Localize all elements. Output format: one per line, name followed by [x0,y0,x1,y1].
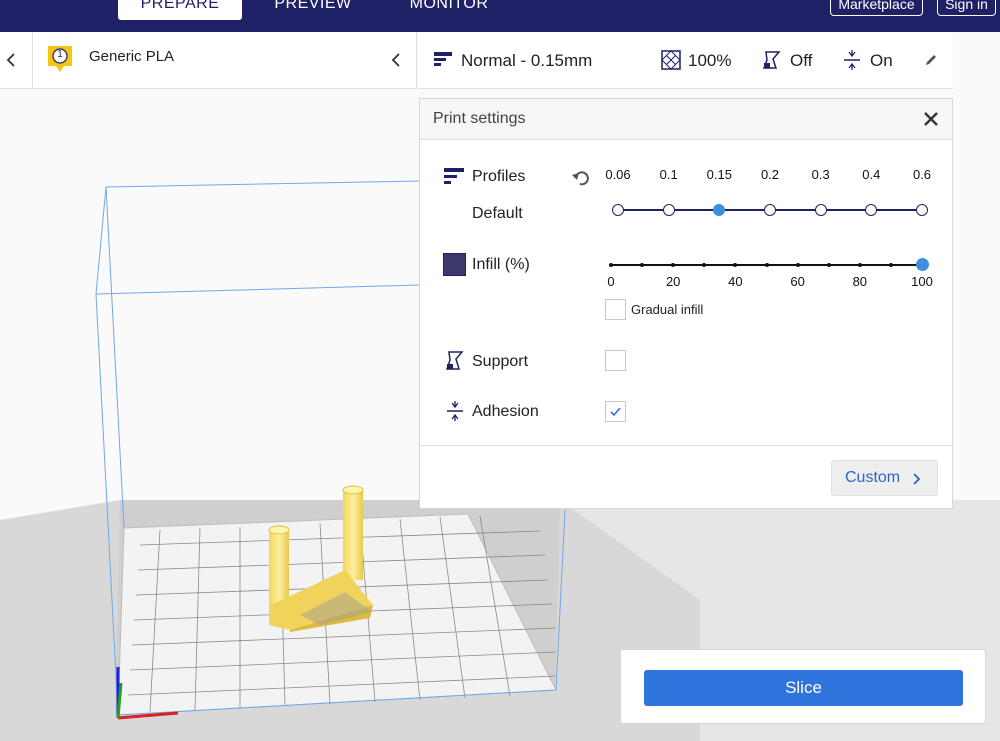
profiles-label: Profiles [472,168,526,185]
infill-step-dot [826,263,831,267]
custom-button-label: Custom [845,469,901,486]
tab-preview[interactable]: PREVIEW [270,0,356,20]
support-summary: Off [790,51,813,70]
infill-swatch-icon [443,253,466,276]
material-selector[interactable]: 1 Generic PLA [33,32,417,89]
profile-option-0.6[interactable] [916,204,928,216]
profile-summary: Normal - 0.15mm [461,51,593,70]
collapse-left-panel[interactable] [0,32,33,89]
profile-option-0.2[interactable] [764,204,776,216]
adhesion-checkbox[interactable] [605,401,626,422]
reset-icon[interactable] [571,168,591,188]
infill-step-dot [671,263,676,267]
top-bar: PREPARE PREVIEW MONITOR Marketplace Sign… [0,0,1000,32]
custom-settings-button[interactable]: Custom [831,460,938,496]
infill-tick-label: 40 [728,274,743,289]
pencil-icon[interactable] [924,53,938,67]
infill-tick-label: 100 [911,274,933,289]
marketplace-button[interactable]: Marketplace [830,0,923,16]
infill-step-dot [795,263,800,267]
adhesion-icon [447,401,463,421]
chevron-left-icon [6,53,15,67]
profile-option-0.06[interactable] [612,204,624,216]
profile-option-label: 0.1 [659,167,678,182]
sign-in-button[interactable]: Sign in [937,0,996,16]
profile-option-label: 0.2 [760,167,780,182]
extruder-badge: 1 [46,44,74,74]
infill-icon [661,50,681,70]
infill-step-dot [609,263,613,267]
print-settings-panel: Print settings Profiles Default 0.06 0.1 0… [419,98,953,509]
infill-slider-handle[interactable] [915,258,929,271]
support-label: Support [472,353,529,370]
adhesion-summary: On [870,51,893,70]
profile-option-0.3[interactable] [814,204,827,216]
material-name: Generic PLA [89,48,175,65]
profile-option-label: 0.6 [912,167,932,182]
infill-step-dot [733,263,738,267]
profile-option-label: 0.3 [811,167,830,182]
infill-tick-label: 20 [665,274,681,289]
support-icon [446,351,464,370]
checkmark-icon [610,407,621,417]
chevron-left-icon [391,53,400,67]
gradual-infill-checkbox[interactable] [605,299,626,320]
profile-icon [434,52,452,66]
profile-option-label: 0.4 [862,167,881,182]
infill-tick-label: 0 [607,274,615,289]
infill-step-dot [702,263,707,267]
profiles-default-label: Default [472,205,523,222]
infill-step-dot [640,263,645,267]
close-icon[interactable] [920,108,942,130]
profile-option-0.4[interactable] [865,204,878,216]
extruder-number: 1 [57,49,63,60]
adhesion-label: Adhesion [472,403,539,420]
profile-option-0.1[interactable] [662,204,675,216]
tab-prepare[interactable]: PREPARE [118,0,242,20]
infill-step-dot [857,263,862,267]
infill-tick-label: 60 [790,274,805,289]
infill-step-dot [888,263,893,267]
slice-button[interactable]: Slice [644,670,963,706]
infill-step-dot [764,263,769,267]
infill-label: Infill (%) [472,256,530,273]
profile-icon [444,168,464,184]
infill-tick-label: 80 [852,274,868,289]
panel-header: Print settings [420,99,952,140]
support-checkbox[interactable] [605,350,626,371]
support-icon [762,51,781,69]
panel-title: Print settings [433,110,526,127]
adhesion-icon [844,50,860,70]
profile-option-label: 0.15 [706,167,732,182]
chevron-right-icon [913,473,921,485]
gradual-infill-label: Gradual infill [631,302,704,317]
profile-option-label: 0.06 [605,167,631,182]
profile-option-0.15[interactable] [713,204,726,216]
tab-monitor[interactable]: MONITOR [404,0,494,20]
print-settings-summary[interactable]: Normal - 0.15mm 100% Off On [418,32,953,89]
panel-divider [420,445,952,446]
slice-panel: Slice [620,649,986,724]
infill-summary: 100% [688,51,732,70]
